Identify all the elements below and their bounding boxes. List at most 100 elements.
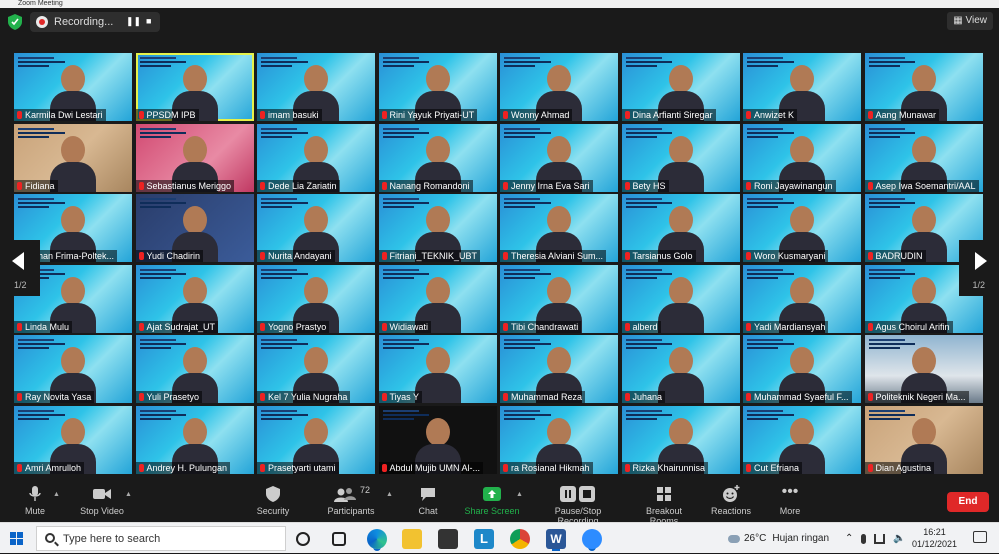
muted-microphone-icon — [381, 111, 387, 119]
participant-name: imam basuki — [268, 110, 319, 120]
muted-microphone-icon — [867, 322, 873, 331]
participant-tile[interactable]: Tarsianus Golo — [621, 194, 740, 262]
participants-options-chevron-icon[interactable]: ▲ — [386, 491, 393, 498]
participant-tile[interactable]: Rini Yayuk Priyati-UT — [378, 53, 497, 121]
participant-tile[interactable]: Abdul Mujib UMN Al-... — [378, 405, 497, 474]
participant-tile[interactable]: Ray Novita Yasa — [14, 335, 132, 403]
participant-tile[interactable]: Asep Iwa Soemantri/AAL — [864, 123, 983, 192]
participant-name-label: Widiawati — [378, 320, 432, 333]
file-explorer-icon[interactable] — [402, 529, 422, 549]
share-screen-button[interactable]: Share Screen — [464, 485, 520, 516]
participant-tile[interactable]: Amri Amrulloh — [14, 405, 132, 474]
end-meeting-button[interactable]: End — [947, 492, 989, 512]
word-icon[interactable]: W — [546, 529, 566, 549]
task-view-icon[interactable] — [332, 532, 346, 546]
participant-name: Jenny Irna Eva Sari — [511, 180, 590, 191]
reactions-button[interactable]: Reactions — [710, 485, 752, 516]
participant-tile[interactable]: Cut Efriana — [743, 405, 861, 474]
view-button[interactable]: ▦ View — [947, 12, 993, 30]
volume-icon[interactable]: 🔈 — [893, 533, 905, 544]
more-button[interactable]: ••• More — [776, 484, 804, 517]
participant-tile[interactable]: Politeknik Negeri Ma... — [864, 335, 983, 403]
shield-icon[interactable] — [8, 14, 22, 30]
previous-page-button[interactable]: 1/2 — [0, 240, 40, 296]
participant-tile[interactable]: imam basuki — [257, 53, 375, 121]
taskbar-search-box[interactable]: Type here to search — [36, 526, 286, 551]
participant-tile[interactable]: Prasetyarti utami — [257, 405, 375, 474]
participant-name: Muhammad Syaeful F... — [754, 392, 849, 402]
participant-tile[interactable]: Muhammad Syaeful F... — [743, 335, 861, 403]
store-icon[interactable] — [438, 529, 458, 549]
participant-name: Linda Mulu — [25, 321, 70, 332]
share-screen-label: Share Screen — [464, 506, 520, 516]
next-page-button[interactable]: 1/2 — [959, 240, 999, 296]
share-options-chevron-icon[interactable]: ▲ — [516, 491, 523, 498]
participant-tile[interactable]: Theresia Alviani Sum... — [500, 194, 618, 262]
participant-tile[interactable]: Wonny Ahmad — [500, 53, 618, 121]
participant-tile[interactable]: Ajat Sudrajat_UT — [135, 264, 254, 333]
stop-recording-icon[interactable]: ■ — [146, 16, 151, 26]
stop-video-button[interactable]: Stop Video — [78, 485, 126, 516]
participant-tile[interactable]: Yogno Prastyo — [257, 264, 375, 333]
weather-temperature: 26°C — [744, 533, 767, 544]
participant-tile[interactable]: Anwizet K — [743, 53, 861, 121]
participant-tile[interactable]: Nurita Andayani — [257, 194, 375, 262]
participant-tile[interactable]: Juhana — [621, 335, 740, 403]
participant-tile[interactable]: Bety HS — [621, 123, 740, 192]
chevron-up-icon[interactable]: ⌃ — [845, 533, 853, 544]
notification-center-icon[interactable] — [973, 531, 987, 543]
breakout-rooms-button[interactable]: Breakout Rooms — [631, 485, 697, 526]
participant-tile[interactable]: Fitriani_TEKNIK_UBT — [378, 194, 497, 262]
participant-tile[interactable]: Rizka Khairunnisa — [621, 405, 740, 474]
mute-button[interactable]: Mute — [20, 485, 50, 516]
windows-start-icon[interactable] — [10, 532, 23, 545]
participant-tile[interactable]: Muhammad Reza — [500, 335, 618, 403]
muted-microphone-icon — [138, 322, 144, 331]
participant-tile[interactable]: Fidiana — [14, 123, 132, 192]
chrome-icon[interactable] — [510, 529, 530, 549]
participant-tile[interactable]: Aang Munawar — [864, 53, 983, 121]
participants-button[interactable]: 72 Participants — [326, 485, 376, 516]
participant-tile[interactable]: Dian Agustina — [864, 405, 983, 474]
participant-tile[interactable]: Karmila Dwi Lestari — [14, 53, 132, 121]
network-icon[interactable] — [874, 533, 886, 544]
audio-options-chevron-icon[interactable]: ▲ — [53, 491, 60, 498]
participant-tile[interactable]: Yadi Mardiansyah — [743, 264, 861, 333]
chat-button[interactable]: Chat — [414, 485, 442, 516]
participant-tile[interactable]: Widiawati — [378, 264, 497, 333]
participant-tile[interactable]: Andrey H. Pulungan — [135, 405, 254, 474]
weather-widget[interactable]: 26°C Hujan ringan — [728, 523, 829, 554]
participant-tile[interactable]: Jenny Irna Eva Sari — [500, 123, 618, 192]
security-button[interactable]: Security — [255, 485, 291, 516]
participant-tile[interactable]: Yuli Prasetyo — [135, 335, 254, 403]
app-l-icon[interactable]: L — [474, 529, 494, 549]
pause-stop-recording-button[interactable]: Pause/Stop Recording — [533, 485, 623, 526]
participant-tile[interactable]: alberd — [621, 264, 740, 333]
zoom-app-icon[interactable] — [582, 529, 602, 549]
participant-tile[interactable]: Sebastianus Meriggo — [135, 123, 254, 192]
pause-recording-icon[interactable]: ❚❚ — [126, 16, 141, 27]
participant-tile[interactable]: Tiyas Y — [378, 335, 497, 403]
participant-tile[interactable]: Dina Arfianti Siregar — [621, 53, 740, 121]
cortana-icon[interactable] — [296, 532, 310, 546]
participant-tile[interactable]: Kel 7 Yulia Nugraha — [257, 335, 375, 403]
muted-microphone-icon — [260, 181, 265, 190]
muted-microphone-icon — [381, 463, 387, 472]
participant-tile[interactable]: Nanang Romandoni — [378, 123, 497, 192]
taskbar-clock[interactable]: 16:21 01/12/2021 — [912, 526, 957, 550]
participant-tile[interactable]: PPSDM IPB — [135, 53, 254, 121]
participant-tile[interactable]: Woro Kusmaryani — [743, 194, 861, 262]
participant-tile[interactable]: Tibi Chandrawati — [500, 264, 618, 333]
participant-tile[interactable]: ra Rosianal Hikmah — [500, 405, 618, 474]
participant-tile[interactable]: Roni Jayawinangun — [743, 123, 861, 192]
participant-tile[interactable]: Yudi Chadirin — [135, 194, 254, 262]
participant-name-label: ra Rosianal Hikmah — [500, 461, 593, 474]
pause-stop-icon — [558, 485, 598, 503]
participant-name: Theresia Alviani Sum... — [511, 251, 604, 261]
microphone-tray-icon[interactable] — [861, 533, 867, 544]
recording-indicator: Recording... ❚❚ ■ — [30, 12, 160, 32]
participant-name: Dian Agustina — [875, 462, 932, 473]
video-options-chevron-icon[interactable]: ▲ — [125, 491, 132, 498]
edge-browser-icon[interactable] — [367, 529, 387, 549]
participant-tile[interactable]: Dede Lia Zariatin — [257, 123, 375, 192]
